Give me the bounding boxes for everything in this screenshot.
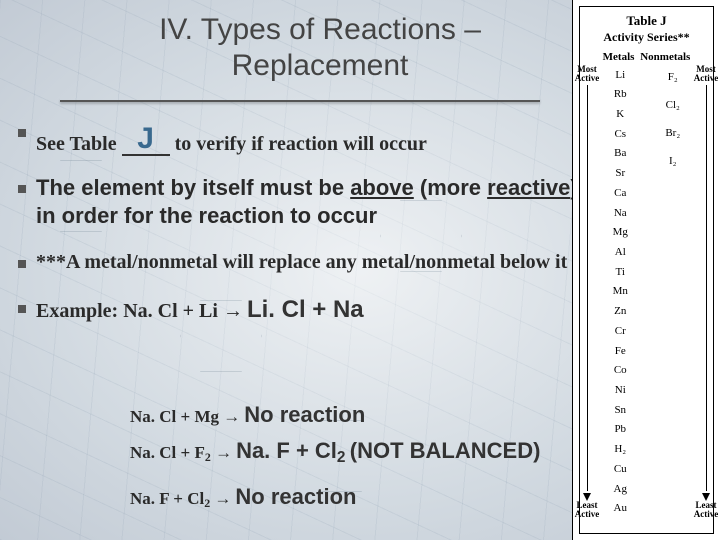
title-rule <box>60 98 540 102</box>
table-j-border: Table J Activity Series** Metals Nonmeta… <box>579 6 714 534</box>
ex4-rhs: No reaction <box>235 484 356 509</box>
metal-element: Pb <box>614 424 626 436</box>
ex2-rhs: No reaction <box>244 402 365 427</box>
metal-element: Ag <box>614 483 627 495</box>
bullet-marker <box>18 260 26 268</box>
left-axis: Most Active Least Active <box>580 65 594 519</box>
title-line-2: Replacement <box>232 49 409 82</box>
bullet-marker <box>18 129 26 137</box>
table-j-subtitle: Activity Series** <box>580 30 713 45</box>
metal-element: Na <box>614 207 627 219</box>
head-nonmetals: Nonmetals <box>640 51 690 63</box>
example-3: Na. Cl + F2 → Na. F + Cl2 (NOT BALANCED) <box>130 438 540 467</box>
metal-element: Cu <box>614 463 627 475</box>
metal-element: Au <box>614 503 627 515</box>
most-active-tag: Most Active <box>694 65 719 83</box>
arrow-icon: → <box>214 489 231 508</box>
metal-element: Ni <box>615 385 626 397</box>
table-j-heads: Metals Nonmetals <box>580 51 713 63</box>
metal-element: Ba <box>614 148 626 160</box>
bullet-list: See Table J to verify if reaction will o… <box>18 120 578 342</box>
ex3-rhs-a: Na. F + Cl <box>236 438 337 463</box>
metal-element: Sn <box>614 404 626 416</box>
ex2-lhs: Na. Cl + Mg <box>130 407 223 426</box>
example-lhs: Example: Na. Cl + Li <box>36 300 223 322</box>
ex3-rhs: Na. F + Cl2 (NOT BALANCED) <box>236 438 540 463</box>
bullet-1: See Table J to verify if reaction will o… <box>18 120 578 156</box>
metal-element: K <box>616 108 624 120</box>
bullet-2-b: (more <box>414 175 487 200</box>
bullet-4: Example: Na. Cl + Li → Li. Cl + Na <box>18 296 578 324</box>
metal-element: Cr <box>615 325 626 337</box>
bullet-2-above: above <box>350 175 414 200</box>
bullet-1-a: See Table <box>36 133 122 155</box>
ex3-lhs-text: Na. Cl + F <box>130 443 205 462</box>
metal-element: Mn <box>613 286 628 298</box>
metal-element: Mg <box>613 227 628 239</box>
least-active-tag: Least Active <box>694 501 719 519</box>
bullet-1-text: See Table J to verify if reaction will o… <box>36 120 427 156</box>
head-metals: Metals <box>603 51 635 63</box>
example-4: Na. F + Cl2 → No reaction <box>130 484 356 511</box>
ex3-note: (NOT BALANCED) <box>350 438 541 463</box>
bullet-2: The element by itself must be above (mor… <box>18 174 578 229</box>
bullet-2-reactive: reactive <box>487 175 570 200</box>
example-rhs: Li. Cl + Na <box>247 296 364 323</box>
metal-element: Ti <box>616 266 625 278</box>
metals-column: Li Rb K Cs Ba Sr Ca Na Mg Al Ti Mn Zn Cr Fe Co Ni Sn Pb H₂ C… <box>594 65 647 519</box>
slide: IV. Types of Reactions – Replacement See… <box>0 0 720 540</box>
metal-element: Co <box>614 365 627 377</box>
nonmetal-element: I₂ <box>669 155 677 167</box>
nonmetal-element: Br₂ <box>665 127 680 139</box>
arrow-icon: → <box>223 300 243 322</box>
ex4-lhs: Na. F + Cl2 → <box>130 489 231 508</box>
bullet-3-text: ***A metal/nonmetal will replace any met… <box>36 251 567 274</box>
metal-element: Al <box>615 246 626 258</box>
bullet-1-b: to verify if reaction will occur <box>170 133 427 155</box>
axis-line <box>706 85 707 491</box>
ex3-lhs: Na. Cl + F2 → <box>130 443 232 462</box>
arrow-icon: → <box>223 407 240 426</box>
metal-element: Sr <box>615 168 625 180</box>
bullet-2-a: The element by itself must be <box>36 175 350 200</box>
metal-element: Fe <box>615 345 626 357</box>
table-j-panel: Table J Activity Series** Metals Nonmeta… <box>572 0 720 540</box>
ex4-lhs-text: Na. F + Cl <box>130 489 204 508</box>
axis-line <box>587 85 588 491</box>
nonmetals-column: F₂ Cl₂ Br₂ I₂ <box>647 65 700 519</box>
arrow-icon: → <box>215 443 232 462</box>
table-letter-J: J <box>137 122 154 156</box>
series-body: Most Active Least Active Li Rb K Cs Ba Sr Ca Na… <box>580 65 713 519</box>
nonmetal-element: Cl₂ <box>666 99 680 111</box>
metal-element: Rb <box>614 89 627 101</box>
slide-title: IV. Types of Reactions – Replacement <box>60 12 580 84</box>
metal-element: Zn <box>614 306 626 318</box>
bullet-2-text: The element by itself must be above (mor… <box>36 174 578 229</box>
bullet-4-text: Example: Na. Cl + Li → Li. Cl + Na <box>36 296 364 324</box>
nonmetal-element: F₂ <box>668 71 678 83</box>
title-line-1: IV. Types of Reactions – <box>159 13 481 46</box>
example-2: Na. Cl + Mg → No reaction <box>130 402 365 428</box>
right-axis: Most Active Least Active <box>699 65 713 519</box>
metal-element: Li <box>615 69 625 81</box>
metal-element: Ca <box>614 187 626 199</box>
metal-element: H₂ <box>614 444 626 456</box>
bullet-marker <box>18 305 26 313</box>
table-j-title: Table J <box>580 13 713 29</box>
bullet-marker <box>18 185 26 193</box>
bullet-3: ***A metal/nonmetal will replace any met… <box>18 251 578 274</box>
metal-element: Cs <box>614 128 626 140</box>
